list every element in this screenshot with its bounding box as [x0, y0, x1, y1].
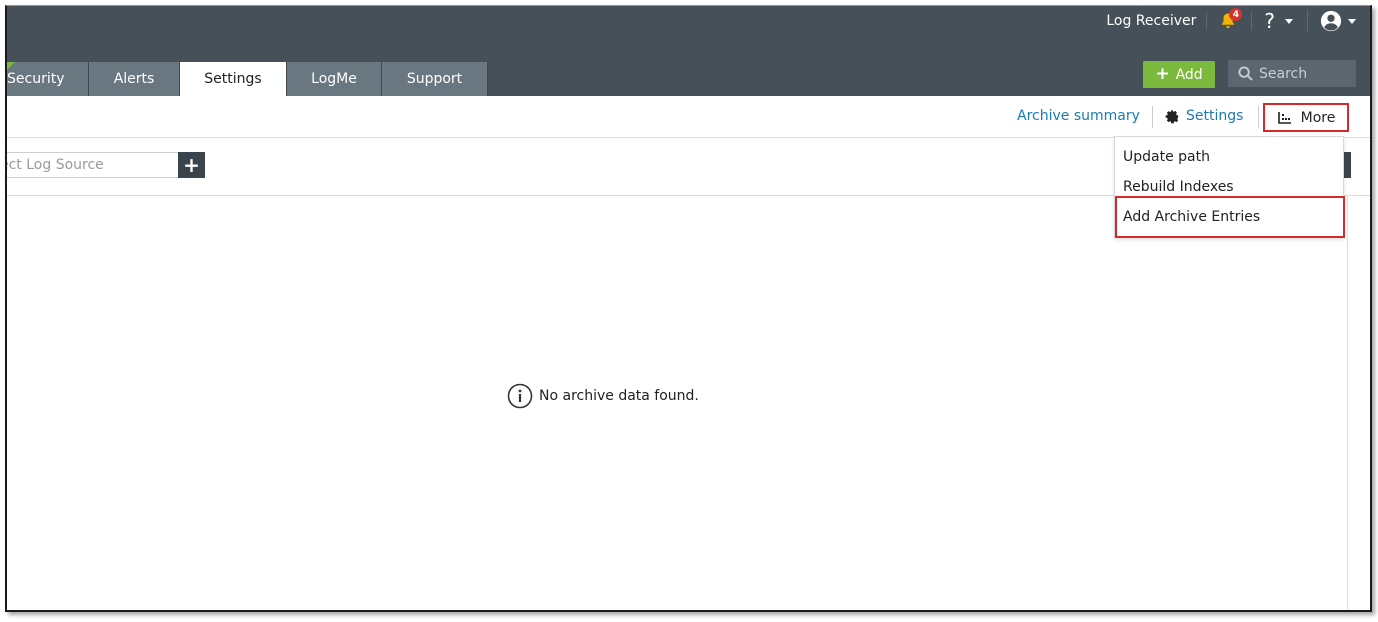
empty-state-message: No archive data found. [539, 388, 699, 404]
tab-label: Settings [204, 71, 262, 87]
tab-label: Support [406, 71, 463, 87]
help-icon: ? [1264, 9, 1275, 33]
notification-count-badge: 4 [1229, 8, 1243, 21]
search-icon [1238, 66, 1253, 81]
empty-state: No archive data found. [507, 383, 699, 409]
chevron-down-icon [1348, 18, 1356, 24]
notifications-button[interactable]: 4 [1207, 8, 1253, 30]
archive-toolbar: Archive summary Settings More [7, 96, 1370, 138]
search-placeholder: Search [1259, 65, 1308, 82]
menu-item-update-path[interactable]: Update path [1123, 149, 1210, 165]
tab-alerts[interactable]: Alerts [89, 62, 180, 96]
more-options-icon [1277, 111, 1291, 124]
menu-item-rebuild-indexes[interactable]: Rebuild Indexes [1123, 179, 1234, 195]
main-tabs: Security Alerts Settings LogMe Support [7, 62, 488, 96]
tab-security[interactable]: Security [7, 62, 89, 96]
settings-link-label: Settings [1186, 108, 1244, 124]
user-product-label[interactable]: Log Receiver [1096, 13, 1208, 29]
chevron-down-icon [1285, 18, 1293, 24]
more-button-label: More [1300, 109, 1336, 126]
user-avatar-icon [1320, 10, 1342, 32]
tab-accent-corner [7, 62, 15, 70]
menu-item-add-archive-entries[interactable]: Add Archive Entries [1123, 209, 1260, 225]
info-icon [507, 383, 533, 409]
help-menu-button[interactable]: ? [1252, 9, 1308, 33]
header-right-cluster: Log Receiver 4 ? [1096, 6, 1370, 36]
more-dropdown-menu: Update path Rebuild Indexes Add Archive … [1114, 136, 1345, 238]
tab-logme[interactable]: LogMe [287, 62, 382, 96]
plus-icon: + [1155, 64, 1170, 84]
tab-label: Alerts [113, 71, 155, 87]
archive-settings-link[interactable]: Settings [1165, 108, 1243, 124]
tab-label: LogMe [311, 71, 357, 87]
add-button-label: Add [1175, 66, 1203, 83]
toolbar-divider [1258, 106, 1259, 128]
archive-summary-link[interactable]: Archive summary [1017, 108, 1140, 124]
tab-settings[interactable]: Settings [180, 62, 287, 96]
global-search[interactable]: Search [1228, 60, 1356, 87]
gear-icon [1165, 109, 1179, 123]
add-button[interactable]: + Add [1143, 61, 1215, 88]
tab-label: Security [7, 71, 65, 87]
toolbar-divider [1152, 106, 1153, 128]
content-divider [1347, 196, 1348, 610]
more-button[interactable]: More [1263, 103, 1349, 132]
log-source-input[interactable] [7, 152, 179, 178]
user-menu-button[interactable] [1308, 10, 1370, 32]
add-log-source-button[interactable]: + [178, 152, 205, 178]
app-window: Log Receiver 4 ? Security Alerts Setting… [5, 5, 1372, 612]
tab-support[interactable]: Support [382, 62, 488, 96]
top-header: Log Receiver 4 ? Security Alerts Setting… [7, 6, 1370, 96]
